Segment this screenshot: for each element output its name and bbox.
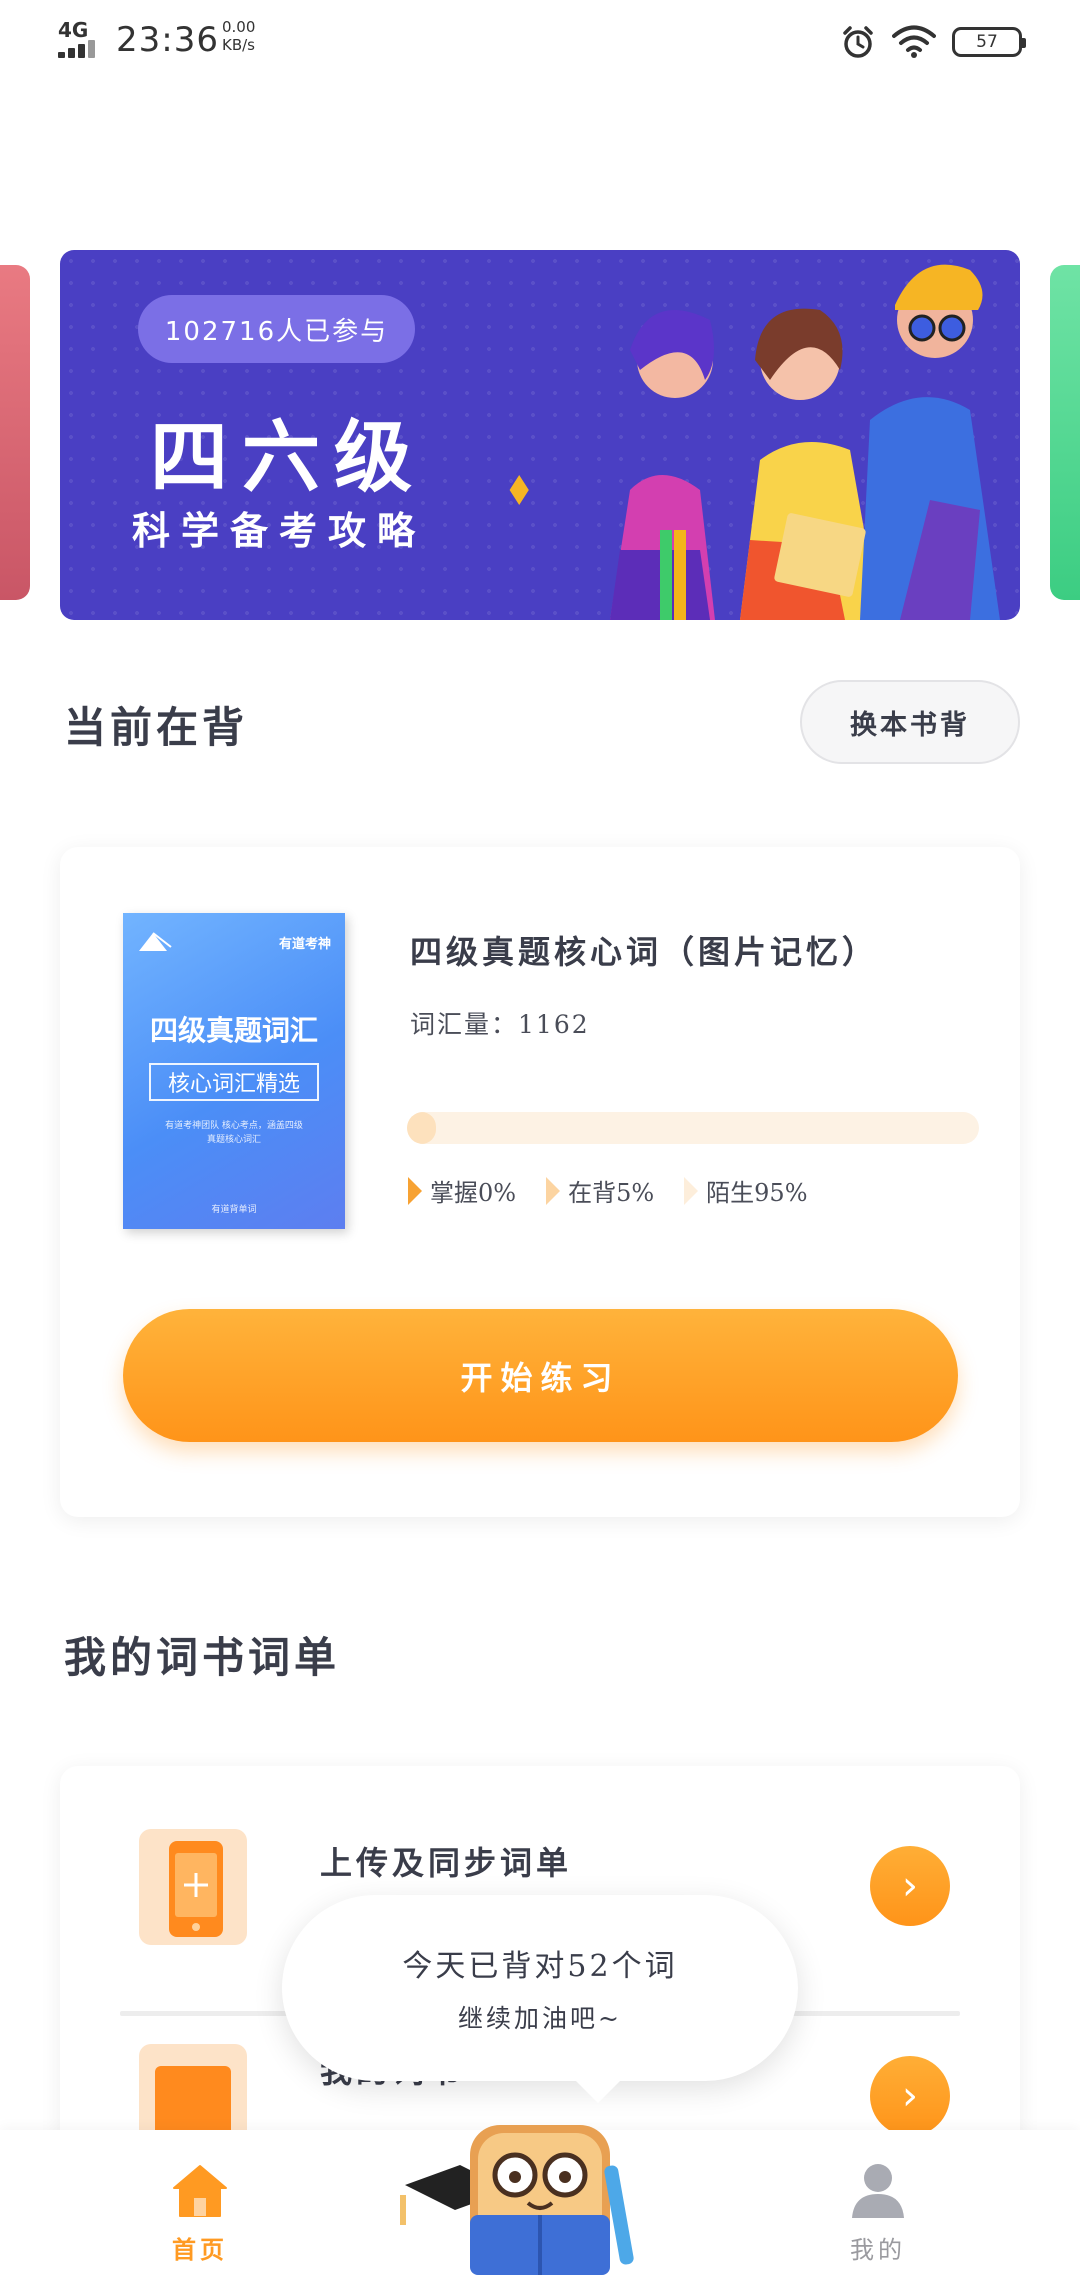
- clock: 23:36: [116, 20, 219, 60]
- promo-banner[interactable]: 102716人已参与 四六级 科学备考攻略: [60, 250, 1020, 620]
- students-illustration: [610, 264, 1000, 620]
- banner-subtitle: 科学备考攻略: [132, 509, 427, 553]
- current-book-card: 有道考神 四级真题词汇 核心词汇精选 有道考神团队 核心考点，涵盖四级 真题核心…: [60, 847, 1020, 1517]
- encouragement-text: 继续加油吧~: [458, 2004, 622, 2033]
- cover-description: 有道考神团队 核心考点，涵盖四级 真题核心词汇: [165, 1121, 303, 1145]
- user-icon: [852, 2164, 904, 2218]
- phone-upload-icon: [139, 1829, 247, 1945]
- signal-icon: [58, 38, 102, 58]
- legend-unknown: 陌生95%: [684, 1173, 808, 1208]
- diamond-decoration: [509, 475, 529, 505]
- battery-icon: 57: [952, 27, 1026, 57]
- wifi-icon: [892, 25, 936, 58]
- current-section-title: 当前在背: [64, 703, 249, 752]
- banner-next-peek[interactable]: [1050, 265, 1080, 600]
- word-count: 词汇量：1162: [410, 1010, 590, 1039]
- progress-bar: [407, 1112, 979, 1144]
- nav-home[interactable]: 首页: [100, 2130, 300, 2280]
- toast-mascot-icon[interactable]: [400, 2115, 640, 2280]
- status-bar: 4G 23:36 0.00 KB/s 57: [0, 0, 1080, 80]
- banner-title: 四六级: [150, 413, 427, 503]
- unknown-marker-icon: [684, 1176, 699, 1205]
- cover-footer: 有道背单词: [211, 1205, 257, 1215]
- progress-legend: 掌握0% 在背5% 陌生95%: [408, 1173, 808, 1208]
- learning-marker-icon: [546, 1176, 561, 1205]
- status-icons: 57: [840, 20, 1026, 64]
- home-icon: [173, 2165, 227, 2217]
- cover-title: 四级真题词汇: [149, 1014, 318, 1047]
- chevron-right-icon[interactable]: ›: [870, 2056, 950, 2136]
- cover-subtitle: 核心词汇精选: [149, 1063, 319, 1101]
- progress-fill: [407, 1112, 436, 1144]
- alarm-icon: [843, 26, 873, 58]
- nav-mine[interactable]: 我的: [778, 2130, 978, 2280]
- cover-brand: 有道考神: [278, 937, 331, 952]
- legend-learning: 在背5%: [546, 1173, 654, 1208]
- cover-logo-icon: [139, 932, 172, 951]
- start-practice-button[interactable]: 开始练习: [123, 1309, 958, 1442]
- today-correct-count: 今天已背对52个词: [402, 1949, 678, 1984]
- book-title: 四级真题核心词（图片记忆）: [410, 933, 879, 971]
- chevron-right-icon[interactable]: ›: [870, 1846, 950, 1926]
- book-cover[interactable]: 有道考神 四级真题词汇 核心词汇精选 有道考神团队 核心考点，涵盖四级 真题核心…: [123, 913, 345, 1229]
- participants-badge: 102716人已参与: [138, 295, 415, 363]
- network-speed: 0.00 KB/s: [222, 18, 256, 54]
- wordlists-section-title: 我的词书词单: [64, 1633, 341, 1682]
- legend-mastered: 掌握0%: [408, 1173, 516, 1208]
- list-item-label: 上传及同步词单: [320, 1844, 573, 1882]
- encouragement-bubble: 今天已背对52个词 继续加油吧~: [282, 1895, 798, 2103]
- switch-book-button[interactable]: 换本书背: [800, 680, 1020, 764]
- mastered-marker-icon: [408, 1176, 422, 1205]
- banner-prev-peek[interactable]: [0, 265, 30, 600]
